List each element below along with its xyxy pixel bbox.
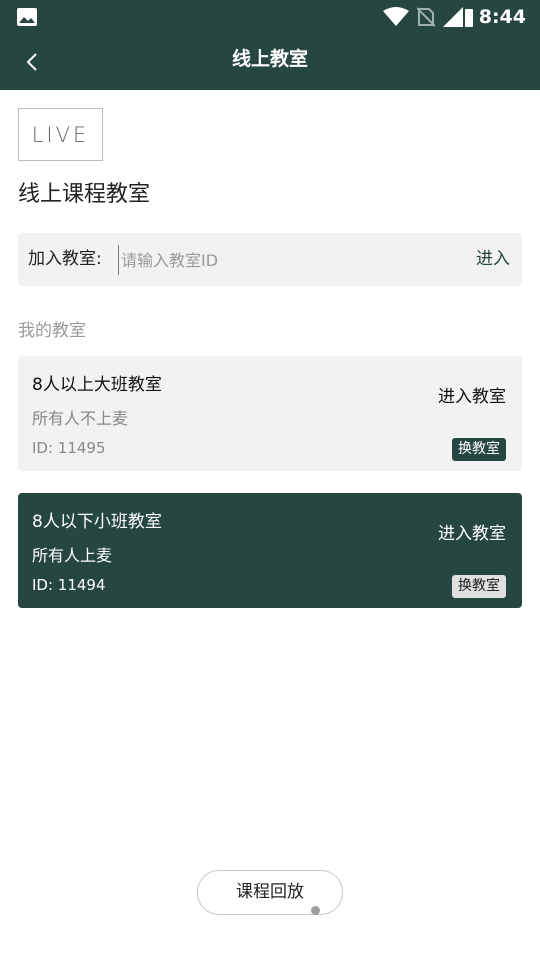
room-card[interactable]: 8人以上大班教室 所有人不上麦 ID: 11495 进入教室 换教室 xyxy=(18,356,522,471)
battery-icon xyxy=(464,9,473,27)
live-logo-text: LIVE xyxy=(31,122,90,147)
course-replay-button[interactable]: 课程回放 xyxy=(197,870,343,915)
gallery-icon xyxy=(17,8,37,26)
wifi-icon xyxy=(382,7,409,26)
status-bar: 8:44 xyxy=(0,0,540,34)
live-logo: LIVE xyxy=(18,108,103,161)
join-enter-button[interactable]: 进入 xyxy=(476,233,510,286)
signal-icon xyxy=(442,7,463,27)
switch-room-button[interactable]: 换教室 xyxy=(452,438,506,461)
page-title: 线上教室 xyxy=(231,48,308,70)
enter-room-button[interactable]: 进入教室 xyxy=(438,382,506,407)
room-card-selected[interactable]: 8人以下小班教室 所有人上麦 ID: 11494 进入教室 换教室 xyxy=(18,493,522,608)
no-sim-icon xyxy=(416,7,435,27)
status-icons: 8:44 xyxy=(382,6,526,28)
title-bar: 线上教室 xyxy=(0,34,540,90)
switch-room-button[interactable]: 换教室 xyxy=(452,575,506,598)
room-description: 所有人上麦 xyxy=(32,546,113,565)
room-id: ID: 11494 xyxy=(32,576,106,594)
touch-indicator xyxy=(311,906,320,915)
room-id-input[interactable] xyxy=(118,245,458,275)
enter-room-button[interactable]: 进入教室 xyxy=(438,519,506,544)
clock: 8:44 xyxy=(478,6,526,28)
my-rooms-label: 我的教室 xyxy=(18,321,86,341)
room-description: 所有人不上麦 xyxy=(32,409,129,428)
join-room-label: 加入教室: xyxy=(28,249,102,269)
room-name: 8人以上大班教室 xyxy=(32,375,162,395)
room-id: ID: 11495 xyxy=(32,439,106,457)
section-heading: 线上课程教室 xyxy=(18,182,151,207)
join-room-box: 加入教室: 进入 xyxy=(18,233,522,286)
room-name: 8人以下小班教室 xyxy=(32,512,162,532)
